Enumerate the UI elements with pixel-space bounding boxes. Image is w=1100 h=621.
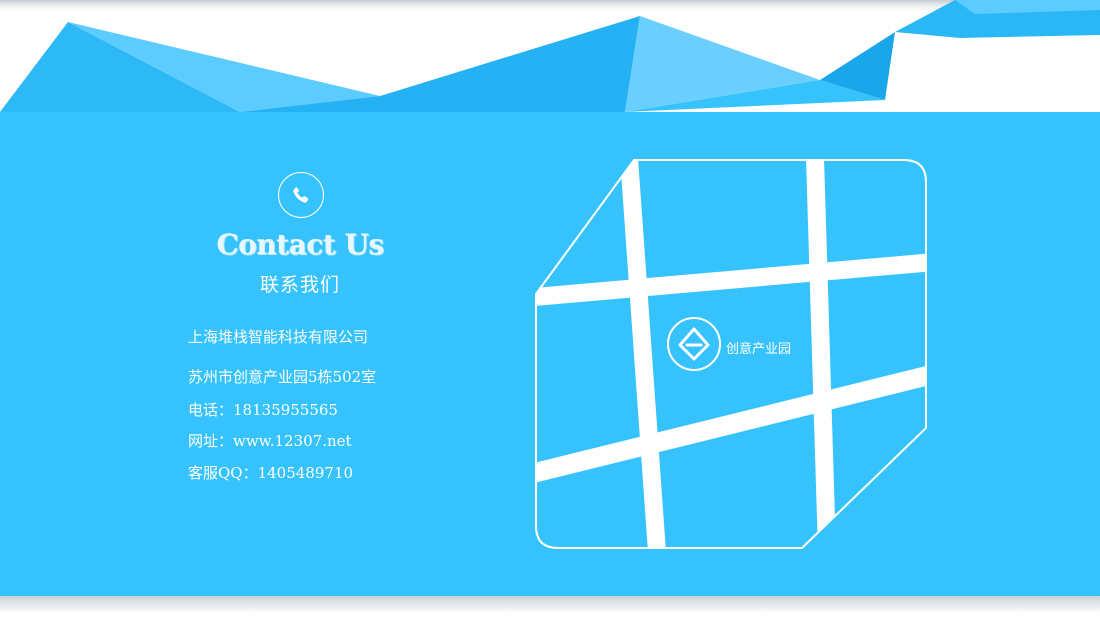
road-label-left: Wen Bang Road	[622, 354, 632, 394]
phone-icon	[293, 187, 309, 203]
customer-service-qq: 客服QQ：1405489710	[188, 464, 354, 482]
park-logo-icon	[667, 317, 721, 371]
website[interactable]: 网址：www.12307.net	[188, 430, 352, 451]
road-label-top: West Jiang Chang Road	[704, 295, 762, 306]
location-map: West Jiang Chang Road Wen Shui Road Wen …	[535, 159, 927, 549]
bottom-shadow	[0, 596, 1100, 621]
company-name: 上海堆栈智能科技有限公司	[188, 328, 369, 346]
address: 苏州市创意产业园5栋502室	[188, 368, 377, 386]
road-label-right: Gong He Xin Road	[832, 308, 840, 354]
park-name: 创意产业园	[726, 341, 791, 357]
phone-number: 电话：18135955565	[188, 401, 338, 419]
contact-title: Contact Us	[216, 228, 384, 261]
folded-ribbon-banner	[0, 0, 1100, 112]
phone-icon-circle	[278, 172, 324, 218]
contact-subtitle: 联系我们	[259, 274, 340, 296]
